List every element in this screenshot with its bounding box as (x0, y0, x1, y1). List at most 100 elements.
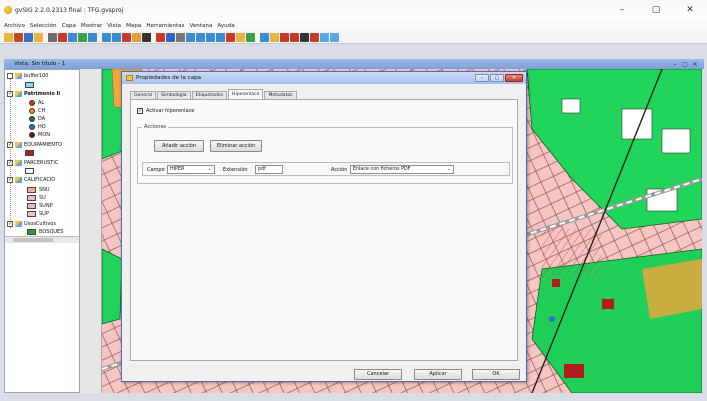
toolbar-tool-icon[interactable] (226, 32, 235, 42)
layer-row-equipamiento[interactable]: ✓ EQUIPAMIENTO (7, 141, 62, 149)
chevron-down-icon: ⌄ (446, 166, 451, 172)
toolbar-tool-icon[interactable] (58, 32, 67, 42)
tab-etiquetados[interactable]: Etiquetados (191, 91, 227, 99)
toolbar-tool-icon[interactable] (142, 32, 151, 42)
toolbar-tool-icon[interactable] (34, 32, 43, 42)
legend-swatch (27, 229, 36, 235)
legend-label: MON (38, 132, 50, 138)
menu-mostrar[interactable]: Mostrar (81, 23, 102, 29)
toolbar-tool-icon[interactable] (14, 32, 23, 42)
toolbar-tool-icon[interactable] (4, 32, 13, 42)
dialog-minimize-button[interactable]: – (475, 74, 489, 82)
tab-general[interactable]: General (130, 91, 157, 99)
toolbar-tool-icon[interactable] (102, 32, 111, 42)
activate-hyperlink-checkbox[interactable]: ✓ (137, 108, 143, 114)
toolbar-tool-icon[interactable] (122, 32, 131, 42)
layer-row-patrimonio[interactable]: ✓ Patrimonio Ii (7, 90, 60, 98)
legend-label: BOSQUES (39, 229, 64, 235)
app-logo-icon (4, 6, 12, 14)
menu-bar: Archivo Selección Capa Mostrar Vista Map… (0, 20, 707, 31)
tab-hiperenlace[interactable]: Hiperenlace (227, 89, 264, 99)
field-select-value: HIPER (170, 167, 185, 172)
view-maximize-button[interactable]: ▢ (680, 61, 690, 68)
cancel-button[interactable]: Cancelar (354, 369, 402, 380)
add-action-button[interactable]: Añadir acción (154, 140, 204, 152)
toolbar-tool-icon[interactable] (236, 32, 245, 42)
dialog-close-button[interactable]: ✕ (505, 74, 523, 82)
layer-visibility-checkbox[interactable]: ✓ (7, 142, 13, 148)
layer-visibility-checkbox[interactable] (7, 73, 13, 79)
toolbar-tool-icon[interactable] (246, 32, 255, 42)
tab-simbologia[interactable]: Simbología (157, 91, 191, 99)
app-title: gvSIG 2.2.0.2313 final : TFG.gvsproj (15, 6, 124, 14)
toolbar-tool-icon[interactable] (132, 32, 141, 42)
minimize-button[interactable]: – (605, 0, 639, 20)
legend-item (25, 81, 37, 89)
toolbar-tool-icon[interactable] (300, 32, 309, 42)
layer-icon (15, 91, 22, 97)
view-minimize-button[interactable]: – (670, 61, 680, 68)
layer-row-parcerustic[interactable]: ✓ PARCERUSTIC (7, 159, 58, 167)
menu-vista[interactable]: Vista (107, 23, 121, 29)
toolbar-tool-icon[interactable] (206, 32, 215, 42)
legend-label: SUNP (39, 203, 53, 209)
toolbar-tool-icon[interactable] (78, 32, 87, 42)
layer-table-of-contents[interactable]: buffer100 ✓ Patrimonio Ii AL CH DA HO MO… (4, 69, 80, 393)
toolbar-tool-icon[interactable] (176, 32, 185, 42)
legend-item: SU (27, 194, 46, 202)
field-select[interactable]: HIPER ⌄ (167, 165, 215, 174)
menu-ayuda[interactable]: Ayuda (217, 23, 234, 29)
actions-group: Acciones Añadir acción Eliminar acción C… (137, 124, 513, 184)
toolbar-tool-icon[interactable] (196, 32, 205, 42)
legend-label: SNU (39, 187, 50, 193)
toolbar-tool-icon[interactable] (290, 32, 299, 42)
toolbar-tool-icon[interactable] (68, 32, 77, 42)
toolbar-tool-icon[interactable] (270, 32, 279, 42)
activate-hyperlink[interactable]: ✓ Activar hiperenlace (137, 108, 194, 114)
toc-horizontal-scrollbar[interactable] (5, 236, 79, 243)
layer-row-buffer100[interactable]: buffer100 (7, 72, 48, 80)
toolbar-tool-icon[interactable] (216, 32, 225, 42)
toolbar-tool-icon[interactable] (24, 32, 33, 42)
layer-icon (15, 221, 22, 227)
toolbar-tool-icon[interactable] (112, 32, 121, 42)
menu-archivo[interactable]: Archivo (4, 23, 25, 29)
menu-mapa[interactable]: Mapa (126, 23, 141, 29)
tab-metadatos[interactable]: Metadatos (264, 91, 297, 99)
close-button[interactable]: ✕ (673, 0, 707, 20)
maximize-button[interactable]: ▢ (639, 0, 673, 20)
toolbar-tool-icon[interactable] (260, 32, 269, 42)
layer-row-calificacion[interactable]: ✓ CALIFICACIO (7, 176, 55, 184)
dialog-maximize-button[interactable]: ▢ (490, 74, 504, 82)
layer-icon (15, 160, 22, 166)
layer-visibility-checkbox[interactable]: ✓ (7, 160, 13, 166)
layer-visibility-checkbox[interactable]: ✓ (7, 221, 13, 227)
scrollbar-thumb[interactable] (13, 238, 53, 242)
toolbar-tool-icon[interactable] (280, 32, 289, 42)
toolbar-tool-icon[interactable] (330, 32, 339, 42)
extension-label: Extensión (223, 167, 248, 173)
layer-visibility-checkbox[interactable]: ✓ (7, 91, 13, 97)
legend-label: AL (38, 100, 45, 106)
apply-button[interactable]: Aplicar (414, 369, 462, 380)
toolbar-tool-icon[interactable] (88, 32, 97, 42)
view-close-button[interactable]: ✕ (690, 61, 700, 68)
toolbar-tool-icon[interactable] (166, 32, 175, 42)
menu-seleccion[interactable]: Selección (30, 23, 57, 29)
toolbar-tool-icon[interactable] (186, 32, 195, 42)
toolbar-tool-icon[interactable] (320, 32, 329, 42)
legend-swatch (27, 203, 36, 209)
ok-button[interactable]: OK (472, 369, 520, 380)
toolbar-tool-icon[interactable] (48, 32, 57, 42)
menu-ventana[interactable]: Ventana (189, 23, 212, 29)
toolbar-tool-icon[interactable] (310, 32, 319, 42)
layer-row-usoscultivos[interactable]: ✓ UsosCultivos (7, 220, 56, 228)
layer-visibility-checkbox[interactable]: ✓ (7, 177, 13, 183)
menu-herramientas[interactable]: Herramientas (146, 23, 184, 29)
action-select[interactable]: Enlace con ficheros PDF ⌄ (350, 165, 454, 174)
remove-action-button[interactable]: Eliminar acción (210, 140, 262, 152)
menu-capa[interactable]: Capa (62, 23, 76, 29)
toolbar-tool-icon[interactable] (156, 32, 165, 42)
action-select-value: Enlace con ficheros PDF (353, 167, 411, 172)
extension-input[interactable]: pdf (255, 165, 283, 174)
